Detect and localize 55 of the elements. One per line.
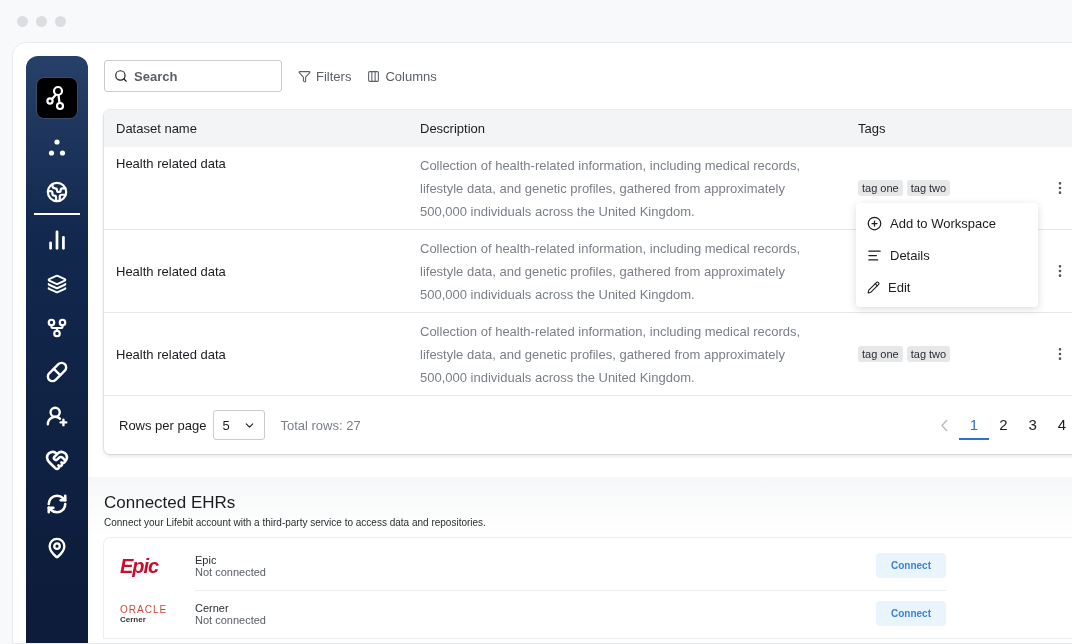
three-dots-icon — [47, 138, 67, 158]
head-plus-icon — [46, 405, 68, 427]
column-header: Dataset name — [104, 110, 408, 147]
vendor-name: Cerner — [195, 601, 230, 614]
column-header: Description — [408, 110, 846, 147]
vendor-name: Epic — [195, 553, 218, 566]
pill-icon — [46, 361, 68, 383]
description-text: Collection of health-related information, including medical records, lifestyle data, and genetic profiles, gathered from approximately 500,000 individuals across the United Kingdom. — [420, 240, 802, 304]
column-header: Tags — [846, 110, 1026, 147]
connect-button[interactable]: Connect — [876, 601, 946, 626]
sync-icon — [46, 493, 68, 515]
tag: tag two — [906, 346, 951, 362]
vendor-logo: Epic — [120, 554, 160, 578]
section-title: Connected EHRs — [104, 493, 237, 513]
columns-icon — [367, 69, 381, 83]
rows-per-page-select[interactable]: 5 — [213, 410, 266, 440]
layers-icon — [47, 274, 67, 294]
window-dot[interactable] — [17, 15, 28, 27]
connection-status: Not connected — [195, 613, 267, 626]
section-subtitle: Connect your Lifebit account with a third-party service to access data and repositories. — [104, 517, 487, 528]
filter-icon — [298, 69, 311, 83]
connect-button[interactable]: Connect — [876, 553, 946, 578]
total-rows-text: Total rows: 27 — [280, 417, 361, 433]
connection-status: Not connected — [195, 565, 267, 578]
branch-icon — [46, 317, 68, 339]
plus-circle-icon — [867, 215, 882, 231]
page-button[interactable]: 4 — [1047, 410, 1072, 440]
lines-icon — [867, 247, 882, 263]
page-button[interactable]: 3 — [1018, 410, 1048, 440]
table-cell: Health related data — [104, 230, 408, 313]
map-pin-icon — [46, 537, 68, 559]
description-text: Collection of health-related information, including medical records, lifestyle data, and genetic profiles, gathered from approximately 500,000 individuals across the United Kingdom. — [420, 323, 802, 387]
chevron-left-icon — [941, 418, 949, 432]
tag: tag two — [906, 180, 951, 196]
menu-item[interactable]: Add to Workspace — [856, 207, 1038, 239]
menu-item[interactable]: Edit — [856, 271, 1038, 303]
filters-button[interactable]: Filters — [298, 68, 352, 84]
tag: tag one — [858, 346, 903, 362]
globe-icon — [46, 181, 68, 203]
page-button[interactable]: 2 — [988, 410, 1018, 440]
page-button[interactable]: 1 — [959, 410, 989, 440]
search-icon — [114, 69, 128, 83]
pencil-icon — [867, 280, 880, 294]
app-logo[interactable] — [36, 77, 78, 119]
search-field[interactable]: Search — [104, 60, 282, 92]
rows-per-page-label: Rows per page — [119, 417, 207, 433]
table-cell: Health related data — [104, 147, 408, 230]
window-dot[interactable] — [55, 15, 66, 27]
columns-button[interactable]: Columns — [367, 68, 437, 84]
tag: tag one — [858, 180, 903, 196]
table-cell: Health related data — [104, 313, 408, 396]
description-text: Collection of health-related information, including medical records, lifestyle data, and genetic profiles, gathered from approximately 500,000 individuals across the United Kingdom. — [420, 157, 802, 221]
vendor-logo: ORACLE Cerner — [120, 604, 169, 624]
window-dot[interactable] — [36, 15, 47, 27]
menu-item[interactable]: Details — [856, 239, 1038, 271]
